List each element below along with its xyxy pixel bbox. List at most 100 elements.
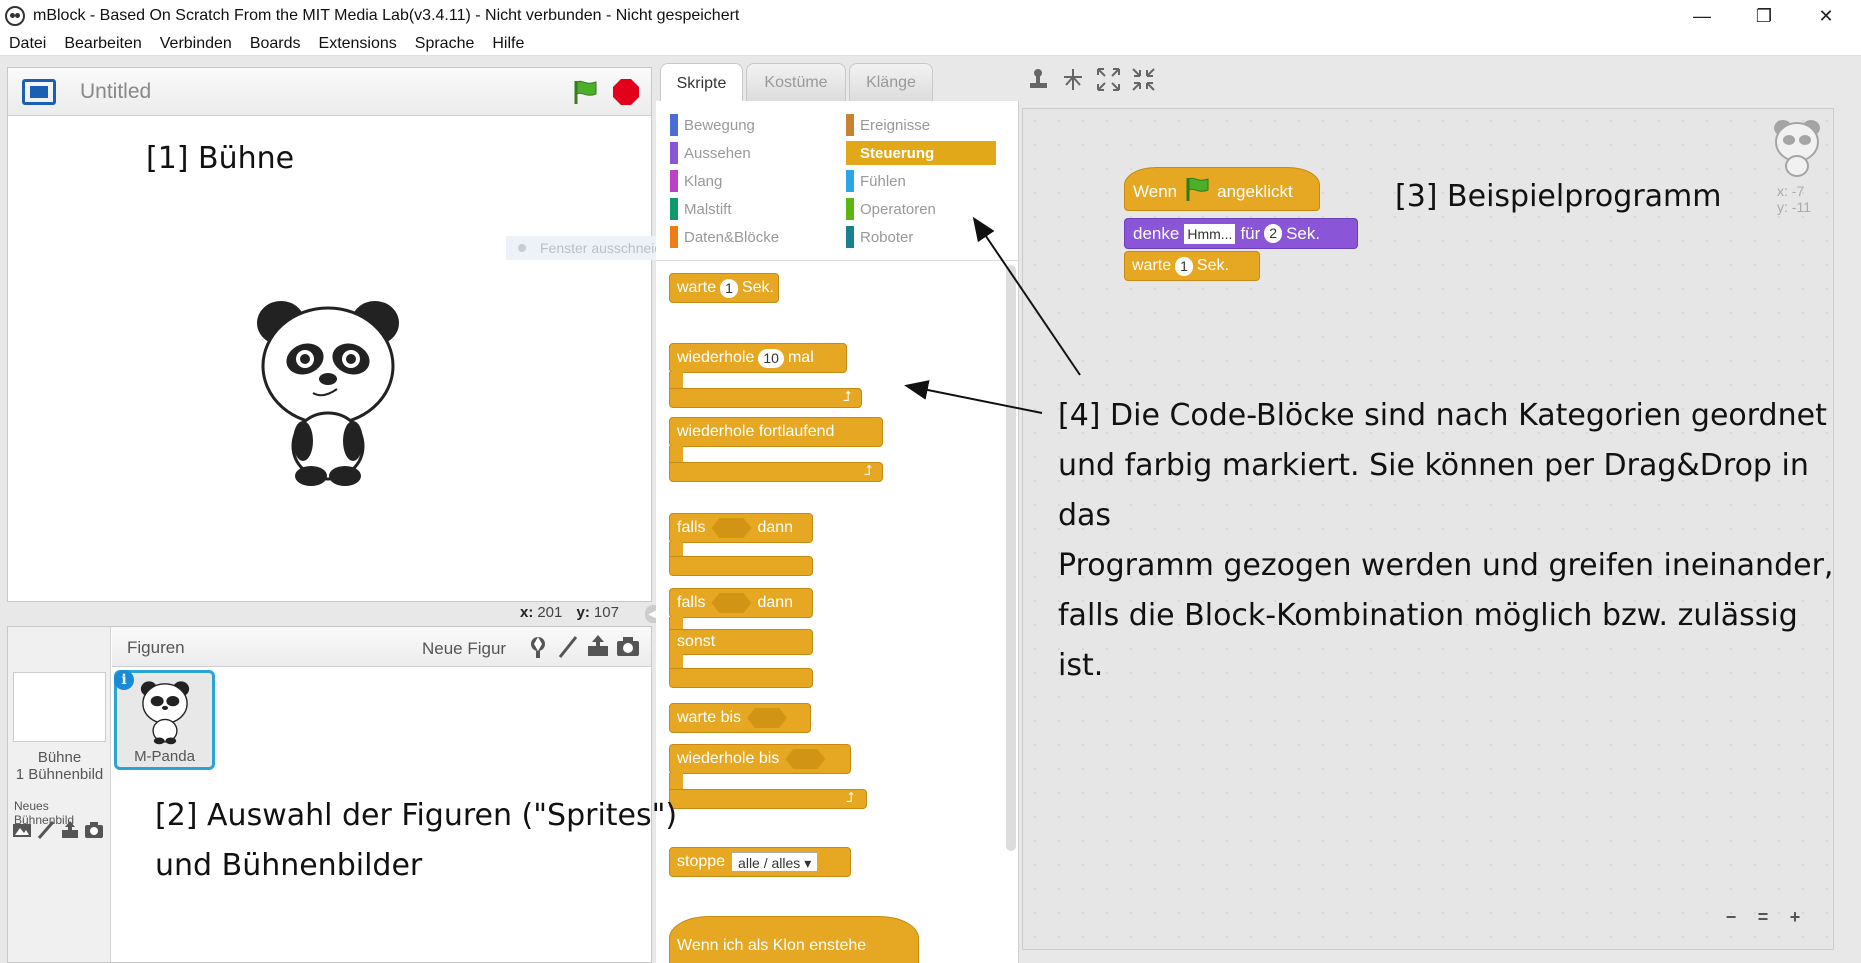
menu-hilfe[interactable]: Hilfe xyxy=(492,35,524,53)
block-when-clone-starts[interactable]: Wenn ich als Klon enstehe xyxy=(669,916,919,963)
block-wait-seconds-script[interactable]: warte 1 Sek. xyxy=(1124,251,1260,281)
stop-option-dropdown[interactable]: alle / alles ▾ xyxy=(731,852,819,872)
maximize-button[interactable]: ❐ xyxy=(1734,0,1794,32)
menu-extensions[interactable]: Extensions xyxy=(319,35,397,53)
stage-canvas[interactable]: Fenster ausschneiden xyxy=(8,116,794,601)
block-text: angeklickt xyxy=(1217,182,1293,201)
category-color-bar xyxy=(670,114,678,136)
camera-icon[interactable] xyxy=(84,820,104,840)
info-icon[interactable]: i xyxy=(114,670,134,690)
block-number-input[interactable]: 1 xyxy=(720,278,738,298)
block-text-input[interactable]: Hmm... xyxy=(1184,223,1236,244)
block-repeat-foot xyxy=(669,388,862,408)
menu-verbinden[interactable]: Verbinden xyxy=(160,35,232,53)
sprite-name: M-Panda xyxy=(134,748,195,765)
upload-icon[interactable] xyxy=(586,634,610,658)
zoom-reset-icon[interactable]: = xyxy=(1750,904,1776,930)
category-aussehen[interactable]: Aussehen xyxy=(670,141,751,165)
block-text: dann xyxy=(757,519,794,536)
menu-bearbeiten[interactable]: Bearbeiten xyxy=(64,35,141,53)
zoom-out-icon[interactable]: − xyxy=(1718,904,1744,930)
stage-label: Bühne 1 Bühnenbild xyxy=(8,749,111,783)
block-forever[interactable]: wiederhole fortlaufend xyxy=(669,417,883,447)
category-label: Fühlen xyxy=(860,172,906,190)
close-button[interactable]: ✕ xyxy=(1796,0,1856,32)
block-text: für xyxy=(1240,223,1261,243)
category-ereignisse[interactable]: Ereignisse xyxy=(846,113,930,137)
minimize-button[interactable]: — xyxy=(1672,0,1732,32)
block-number-input[interactable]: 1 xyxy=(1175,256,1193,276)
block-repeat-until[interactable]: wiederhole bis xyxy=(669,744,851,774)
duplicate-stamp-icon[interactable] xyxy=(1026,67,1051,92)
menu-boards[interactable]: Boards xyxy=(250,35,301,53)
presentation-mode-icon[interactable] xyxy=(22,78,56,105)
green-flag-icon xyxy=(1186,177,1209,201)
green-flag-icon[interactable] xyxy=(570,78,598,106)
paint-brush-icon[interactable] xyxy=(36,820,56,840)
tab-sounds[interactable]: Klänge xyxy=(849,63,933,101)
paint-brush-icon[interactable] xyxy=(556,635,580,659)
menu-sprache[interactable]: Sprache xyxy=(415,35,475,53)
annotation-sprites: [2] Auswahl der Figuren ("Sprites") und … xyxy=(155,791,677,891)
category-color-bar xyxy=(846,170,854,192)
block-wait-seconds[interactable]: warte 1 Sek. xyxy=(669,273,779,303)
category-label: Aussehen xyxy=(684,144,751,162)
stage-thumbnail[interactable] xyxy=(13,672,106,742)
block-text: warte bis xyxy=(677,709,742,726)
sprite-thumbnail-m-panda[interactable]: i M-Panda xyxy=(114,670,215,770)
condition-slot[interactable] xyxy=(785,749,826,769)
category-daten-bloecke[interactable]: Daten&Blöcke xyxy=(670,225,779,249)
category-steuerung[interactable]: Steuerung xyxy=(846,141,996,165)
tab-scripts[interactable]: Skripte xyxy=(660,63,743,103)
y-label: y: xyxy=(576,604,590,621)
block-stop[interactable]: stoppe alle / alles ▾ xyxy=(669,847,851,877)
category-fuehlen[interactable]: Fühlen xyxy=(846,169,906,193)
category-malstift[interactable]: Malstift xyxy=(670,197,732,221)
block-think-for-seconds[interactable]: denke Hmm... für 2 Sek. xyxy=(1124,218,1358,249)
new-figure-label: Neue Figur xyxy=(422,639,507,658)
backdrop-library-icon[interactable] xyxy=(12,820,32,840)
block-number-input[interactable]: 2 xyxy=(1264,224,1283,243)
upload-icon[interactable] xyxy=(60,820,80,840)
stage-label-name: Bühne xyxy=(37,749,82,766)
grow-icon[interactable] xyxy=(1096,67,1121,92)
category-klang[interactable]: Klang xyxy=(670,169,722,193)
camera-icon[interactable] xyxy=(616,635,640,659)
category-color-bar xyxy=(670,142,678,164)
menu-datei[interactable]: Datei xyxy=(9,35,46,53)
stop-sign-icon[interactable] xyxy=(612,78,640,106)
block-when-flag-clicked[interactable]: Wenn angeklickt xyxy=(1124,167,1320,211)
condition-slot[interactable] xyxy=(747,708,788,728)
block-repeat[interactable]: wiederhole 10 mal xyxy=(669,343,847,373)
palette-scrollbar[interactable] xyxy=(1006,265,1016,851)
block-text: wiederhole fortlaufend xyxy=(677,423,835,440)
block-wait-until[interactable]: warte bis xyxy=(669,703,811,733)
condition-slot[interactable] xyxy=(711,518,752,538)
category-operatoren[interactable]: Operatoren xyxy=(846,197,936,221)
panda-sprite[interactable] xyxy=(253,291,403,491)
category-label: Steuerung xyxy=(860,144,935,162)
category-roboter[interactable]: Roboter xyxy=(846,225,913,249)
block-if-then[interactable]: falls dann xyxy=(669,513,813,543)
delete-scissors-icon[interactable] xyxy=(1061,67,1086,92)
block-text: wiederhole bis xyxy=(677,750,780,767)
block-if-else-foot xyxy=(669,668,813,688)
category-label: Bewegung xyxy=(684,116,755,134)
zoom-in-icon[interactable]: + xyxy=(1782,904,1808,930)
category-color-bar xyxy=(846,198,854,220)
sprite-library-icon[interactable] xyxy=(526,635,550,659)
annotation-blocks-line1: [4] Die Code-Blöcke sind nach Kategorien… xyxy=(1058,398,1827,433)
stage-panel: Untitled Fenster ausschneiden xyxy=(7,67,794,602)
shrink-icon[interactable] xyxy=(1131,67,1156,92)
block-number-input[interactable]: 10 xyxy=(758,348,784,368)
annotation-sprites-line1: [2] Auswahl der Figuren ("Sprites") xyxy=(155,798,678,833)
category-bewegung[interactable]: Bewegung xyxy=(670,113,755,137)
block-if-else[interactable]: falls dann xyxy=(669,588,813,618)
tab-costumes[interactable]: Kostüme xyxy=(746,63,846,101)
annotation-example-program: [3] Beispielprogramm xyxy=(1395,179,1722,214)
annotation-blocks-line3: Programm gezogen werden und greifen inei… xyxy=(1058,548,1834,583)
condition-slot[interactable] xyxy=(711,593,752,613)
blocks-palette: Bewegung Aussehen Klang Malstift Daten&B… xyxy=(656,101,1019,963)
project-name[interactable]: Untitled xyxy=(80,80,151,104)
annotation-blocks-line2: und farbig markiert. Sie können per Drag… xyxy=(1058,448,1809,533)
